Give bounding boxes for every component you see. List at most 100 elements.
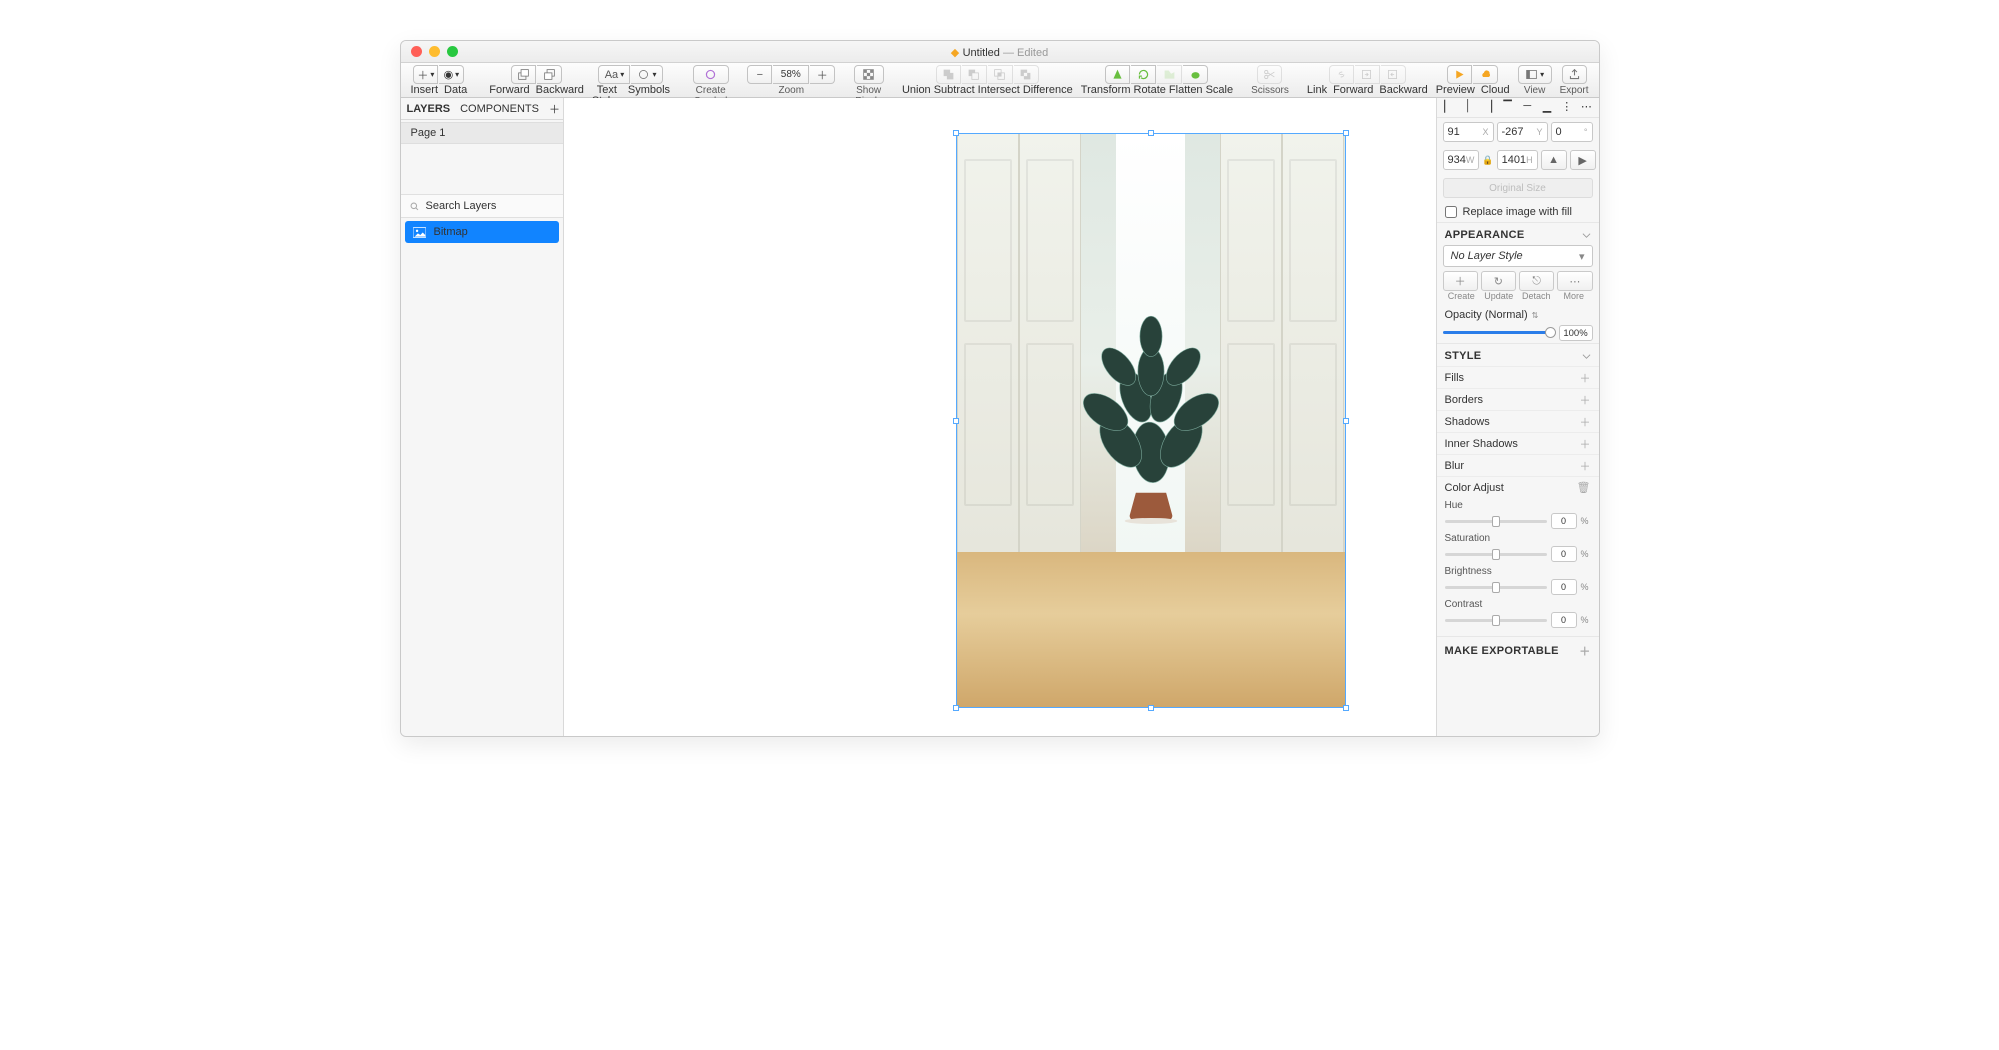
layer-style-select[interactable]: No Layer Style▾ xyxy=(1443,245,1593,267)
contrast-value[interactable]: 0 xyxy=(1551,612,1577,628)
fills-row[interactable]: Fills＋ xyxy=(1437,366,1599,388)
flip-v-button[interactable]: ▶ xyxy=(1570,150,1596,170)
height-input[interactable]: 1401H xyxy=(1497,150,1538,170)
hotspot-backward-button[interactable] xyxy=(1381,65,1406,84)
insert-label: Insert xyxy=(411,85,439,96)
align-left-icon[interactable]: ▏ xyxy=(1443,100,1455,115)
hotspot-forward-button[interactable] xyxy=(1355,65,1380,84)
text-styles-button[interactable]: Aa▾ xyxy=(598,65,630,84)
data-button[interactable]: ◉▾ xyxy=(439,65,464,84)
rotate-button[interactable] xyxy=(1131,65,1156,84)
replace-with-fill-checkbox[interactable]: Replace image with fill xyxy=(1437,202,1599,222)
search-layers-input[interactable]: Search Layers xyxy=(401,194,563,218)
image-icon xyxy=(413,227,426,238)
minimize-window-button[interactable] xyxy=(429,46,440,57)
contrast-slider[interactable] xyxy=(1445,619,1547,622)
lock-aspect-icon[interactable]: 🔒 xyxy=(1482,155,1493,166)
align-right-icon[interactable]: ▕ xyxy=(1482,100,1494,115)
add-fill-icon[interactable]: ＋ xyxy=(1580,370,1591,386)
appearance-section-header[interactable]: APPEARANCE xyxy=(1437,222,1599,245)
insert-button[interactable]: ＋▾ xyxy=(413,65,438,84)
distribute-h-icon[interactable]: ⋮ xyxy=(1561,100,1573,115)
x-input[interactable]: 91X xyxy=(1443,122,1494,142)
canvas[interactable] xyxy=(564,98,1436,736)
hue-slider[interactable] xyxy=(1445,520,1547,523)
color-adjust-row: Color Adjust🗑 xyxy=(1437,476,1599,498)
preview-button[interactable] xyxy=(1447,65,1472,84)
link-button[interactable] xyxy=(1329,65,1354,84)
show-pixels-button[interactable] xyxy=(854,65,884,84)
export-button[interactable] xyxy=(1562,65,1587,84)
opacity-label[interactable]: Opacity (Normal) ⇅ xyxy=(1437,305,1599,325)
view-label: View xyxy=(1524,85,1546,96)
add-inner-shadow-icon[interactable]: ＋ xyxy=(1580,436,1591,452)
app-window: ◆ Untitled — Edited ＋▾ ◉▾ InsertData For… xyxy=(400,40,1600,737)
style-create-button[interactable]: ＋ xyxy=(1443,271,1478,291)
backward-button[interactable] xyxy=(537,65,562,84)
opacity-slider[interactable]: 100% xyxy=(1443,325,1593,339)
brightness-value[interactable]: 0 xyxy=(1551,579,1577,595)
forward-button[interactable] xyxy=(511,65,536,84)
width-input[interactable]: 934W xyxy=(1443,150,1480,170)
opacity-value[interactable]: 100% xyxy=(1559,325,1593,341)
flatten-button[interactable] xyxy=(1157,65,1182,84)
saturation-adjust: Saturation 0% xyxy=(1437,531,1599,564)
subtract-button[interactable] xyxy=(962,65,987,84)
align-center-v-icon[interactable]: ─ xyxy=(1521,100,1533,115)
shadows-row[interactable]: Shadows＋ xyxy=(1437,410,1599,432)
add-border-icon[interactable]: ＋ xyxy=(1580,392,1591,408)
view-button[interactable]: ▾ xyxy=(1518,65,1552,84)
create-symbol-button[interactable] xyxy=(693,65,729,84)
union-button[interactable] xyxy=(936,65,961,84)
align-center-h-icon[interactable]: │ xyxy=(1462,100,1474,115)
export-label: Export xyxy=(1560,85,1589,96)
saturation-slider[interactable] xyxy=(1445,553,1547,556)
style-section-header[interactable]: STYLE xyxy=(1437,343,1599,366)
plant-illustration xyxy=(1050,297,1252,527)
difference-button[interactable] xyxy=(1014,65,1039,84)
layers-tab[interactable]: LAYERS xyxy=(407,103,451,115)
flip-h-button[interactable]: ▲ xyxy=(1541,150,1567,170)
layer-item-bitmap[interactable]: Bitmap xyxy=(405,221,559,243)
page-item[interactable]: Page 1 xyxy=(401,122,563,144)
y-input[interactable]: -267Y xyxy=(1497,122,1548,142)
inner-shadows-row[interactable]: Inner Shadows＋ xyxy=(1437,432,1599,454)
blur-row[interactable]: Blur＋ xyxy=(1437,454,1599,476)
zoom-out-button[interactable]: − xyxy=(747,65,772,84)
add-page-icon[interactable]: ＋ xyxy=(549,101,560,117)
zoom-value[interactable]: 58% xyxy=(773,65,809,84)
hue-value[interactable]: 0 xyxy=(1551,513,1577,529)
add-blur-icon[interactable]: ＋ xyxy=(1580,458,1591,474)
zoom-in-button[interactable]: ＋ xyxy=(810,65,835,84)
window-title: ◆ Untitled — Edited xyxy=(401,45,1599,59)
components-tab[interactable]: COMPONENTS xyxy=(460,103,539,115)
align-bottom-icon[interactable]: ▁ xyxy=(1541,100,1553,115)
symbols-button[interactable]: ▾ xyxy=(631,65,663,84)
selected-image[interactable] xyxy=(956,133,1346,708)
style-update-button[interactable]: ↻ xyxy=(1481,271,1516,291)
rotate-input[interactable]: 0° xyxy=(1551,122,1593,142)
style-more-button[interactable]: ⋯ xyxy=(1557,271,1592,291)
distribute-v-icon[interactable]: ⋯ xyxy=(1580,100,1592,115)
saturation-value[interactable]: 0 xyxy=(1551,546,1577,562)
search-icon xyxy=(409,201,420,212)
brightness-slider[interactable] xyxy=(1445,586,1547,589)
scale-button[interactable] xyxy=(1183,65,1208,84)
close-window-button[interactable] xyxy=(411,46,422,57)
add-shadow-icon[interactable]: ＋ xyxy=(1580,414,1591,430)
left-sidebar: LAYERS COMPONENTS ＋ ⌃ Page 1 Search Laye… xyxy=(401,98,564,736)
maximize-window-button[interactable] xyxy=(447,46,458,57)
delete-color-adjust-icon[interactable]: 🗑 xyxy=(1577,481,1591,494)
scissors-button[interactable] xyxy=(1257,65,1282,84)
zoom-label: Zoom xyxy=(779,85,805,96)
intersect-button[interactable] xyxy=(988,65,1013,84)
style-detach-button[interactable]: ⎋ xyxy=(1519,271,1554,291)
borders-row[interactable]: Borders＋ xyxy=(1437,388,1599,410)
original-size-button[interactable]: Original Size xyxy=(1443,178,1593,198)
transform-button[interactable] xyxy=(1105,65,1130,84)
align-top-icon[interactable]: ▔ xyxy=(1502,100,1514,115)
forward-label: Forward xyxy=(489,85,529,96)
cloud-button[interactable] xyxy=(1473,65,1498,84)
make-exportable-header[interactable]: MAKE EXPORTABLE＋ xyxy=(1437,636,1599,663)
layer-label: Bitmap xyxy=(434,226,468,238)
